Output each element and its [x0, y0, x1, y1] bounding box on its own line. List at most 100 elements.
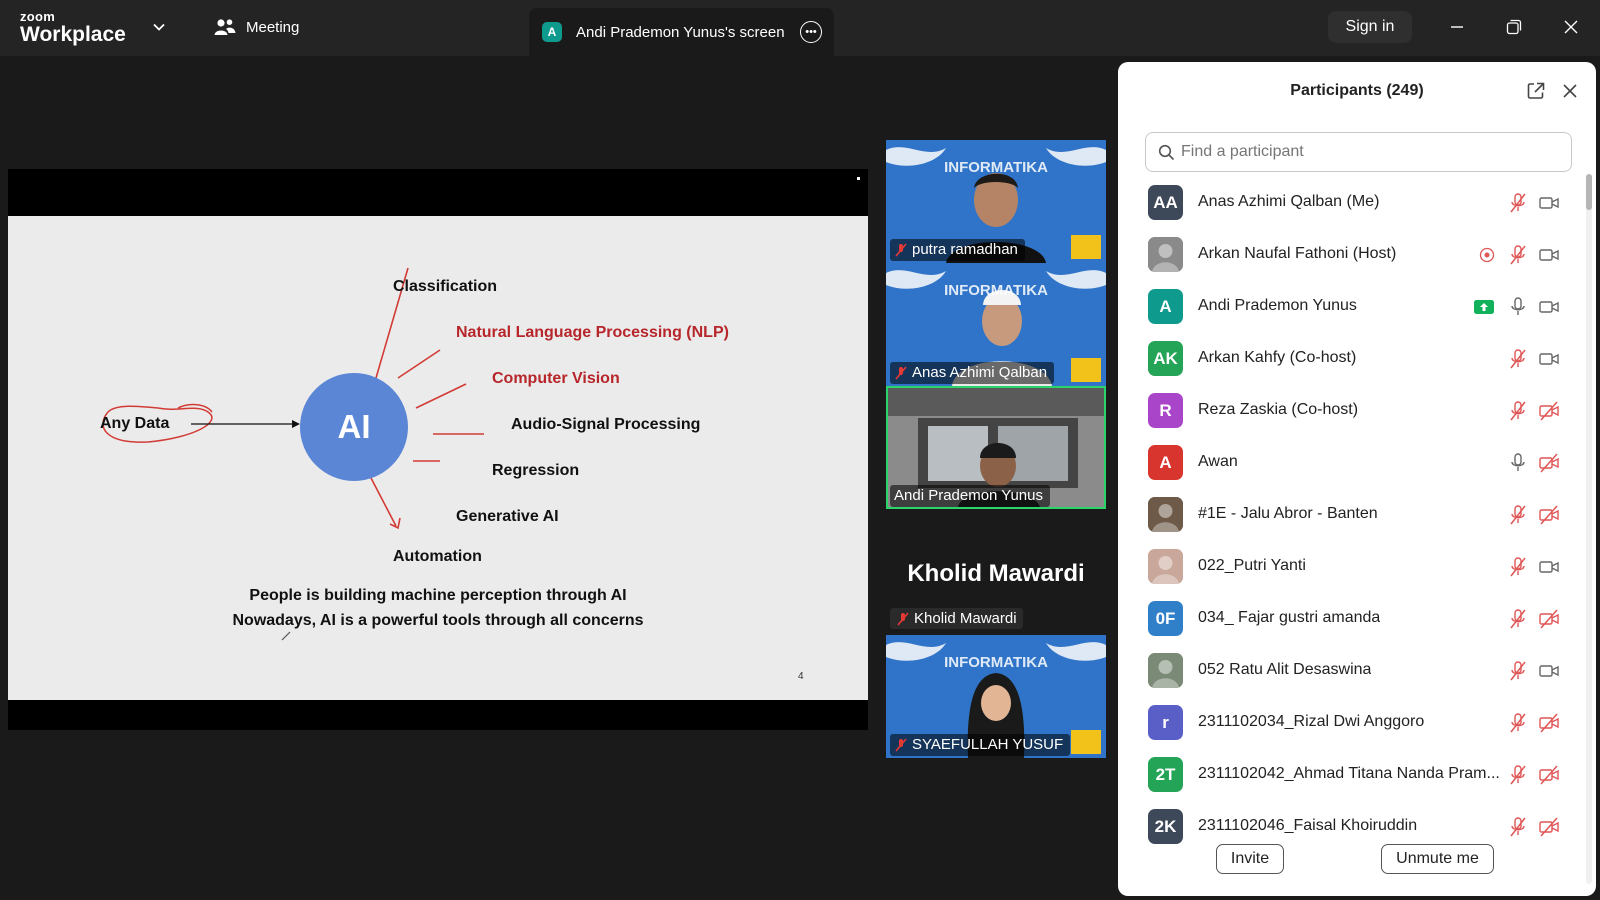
participants-panel: Participants (249) AAAnas Azhimi Qalban … [1118, 62, 1596, 896]
video-icon[interactable] [1538, 244, 1560, 266]
minimize-icon[interactable] [1444, 14, 1470, 40]
mic-muted-icon[interactable] [1507, 608, 1529, 630]
tile-name: Andi Prademon Yunus [894, 487, 1043, 504]
video-off-icon[interactable] [1538, 608, 1560, 630]
tile-name: putra ramadhan [912, 241, 1018, 258]
participant-name: Andi Prademon Yunus [1198, 297, 1357, 314]
participant-name: #1E - Jalu Abror - Banten [1198, 505, 1378, 522]
participant-row[interactable]: 2T 2311102042_Ahmad Titana Nanda Pram... [1118, 749, 1588, 801]
video-tile-active[interactable]: Andi Prademon Yunus [886, 386, 1106, 509]
participant-row[interactable]: 2K 2311102046_Faisal Khoiruddin [1118, 801, 1588, 853]
top-bar: zoom Workplace Meeting A Andi Prademon Y… [0, 0, 1600, 56]
mic-muted-icon[interactable] [1507, 556, 1529, 578]
participant-row[interactable]: AK Arkan Kahfy (Co-host) [1118, 333, 1588, 385]
participant-row[interactable]: 022_Putri Yanti [1118, 541, 1588, 593]
mic-icon[interactable] [1507, 452, 1529, 474]
video-off-icon[interactable] [1538, 504, 1560, 526]
participant-name: 034_ Fajar gustri amanda [1198, 609, 1381, 626]
participant-name: Arkan Kahfy (Co-host) [1198, 349, 1357, 366]
participant-row[interactable]: 0F 034_ Fajar gustri amanda [1118, 593, 1588, 645]
mic-muted-icon [895, 365, 907, 380]
meeting-button[interactable]: Meeting [214, 18, 299, 36]
participant-name: Arkan Naufal Fathoni (Host) [1198, 245, 1397, 262]
video-icon[interactable] [1538, 556, 1560, 578]
participant-row[interactable]: R Reza Zaskia (Co-host) [1118, 385, 1588, 437]
participant-name: 052 Ratu Alit Desaswina [1198, 661, 1372, 678]
mic-muted-icon[interactable] [1507, 816, 1529, 838]
mic-muted-icon[interactable] [1507, 400, 1529, 422]
item-classification: Classification [393, 278, 498, 295]
close-window-icon[interactable] [1558, 14, 1584, 40]
sign-in-button[interactable]: Sign in [1328, 11, 1412, 43]
logo-brand-big: Workplace [20, 23, 126, 46]
participant-name: Reza Zaskia (Co-host) [1198, 401, 1359, 418]
slide-caption-1: People is building machine perception th… [249, 587, 627, 604]
screen-share-icon [1473, 296, 1495, 318]
participant-list: AA Anas Azhimi Qalban (Me) Arkan Naufal Fa… [1118, 177, 1588, 883]
video-off-icon[interactable] [1538, 764, 1560, 786]
search-icon [1158, 144, 1175, 160]
participant-row[interactable]: Arkan Naufal Fathoni (Host) [1118, 229, 1588, 281]
video-off-icon[interactable] [1538, 712, 1560, 734]
close-icon[interactable] [1560, 81, 1580, 101]
unmute-me-button[interactable]: Unmute me [1381, 844, 1494, 874]
mic-muted-icon[interactable] [1507, 660, 1529, 682]
scrollbar[interactable] [1586, 174, 1592, 884]
item-generative-ai: Generative AI [456, 508, 559, 525]
banner-text: INFORMATIKA [944, 159, 1048, 176]
video-icon[interactable] [1538, 296, 1560, 318]
item-computer-vision: Computer Vision [492, 370, 620, 387]
video-icon[interactable] [1538, 348, 1560, 370]
tab-shared-screen[interactable]: A Andi Prademon Yunus's screen ••• [529, 8, 834, 56]
ai-circle: AI [300, 373, 408, 481]
participant-row[interactable]: AA Anas Azhimi Qalban (Me) [1118, 177, 1588, 229]
participant-search[interactable] [1145, 132, 1572, 172]
slide-page-number: 4 [798, 671, 804, 682]
mic-muted-icon[interactable] [1507, 712, 1529, 734]
video-tile[interactable]: INFORMATIKA Anas Azhimi Qalban [886, 263, 1106, 386]
video-tile[interactable]: INFORMATIKA SYAEFULLAH YUSUF [886, 635, 1106, 758]
more-options-icon[interactable]: ••• [800, 21, 822, 43]
tile-name-bar: Anas Azhimi Qalban [890, 362, 1055, 384]
chevron-down-icon[interactable] [152, 20, 166, 34]
presentation-slide: Any Data AI Classification Natural Langu… [8, 216, 868, 700]
participant-row[interactable]: 052 Ratu Alit Desaswina [1118, 645, 1588, 697]
avatar: R [1148, 393, 1183, 428]
video-off-icon[interactable] [1538, 400, 1560, 422]
avatar: 2T [1148, 757, 1183, 792]
video-icon[interactable] [1538, 192, 1560, 214]
participant-name: 2311102046_Faisal Khoiruddin [1198, 817, 1418, 834]
participant-name: Anas Azhimi Qalban (Me) [1198, 193, 1380, 210]
mic-muted-icon [895, 737, 907, 752]
zoom-logo: zoom Workplace [20, 10, 126, 45]
avatar: AK [1148, 341, 1183, 376]
shared-screen: Any Data AI Classification Natural Langu… [8, 169, 868, 730]
mic-icon[interactable] [1507, 296, 1529, 318]
mic-muted-icon[interactable] [1507, 348, 1529, 370]
participant-name: Awan [1198, 453, 1238, 470]
mic-muted-icon[interactable] [1507, 192, 1529, 214]
participant-row[interactable]: A Awan [1118, 437, 1588, 489]
invite-button[interactable]: Invite [1216, 844, 1284, 874]
avatar [1148, 549, 1183, 584]
mic-muted-icon[interactable] [1507, 504, 1529, 526]
avatar: A [1148, 289, 1183, 324]
video-tile[interactable]: INFORMATIKA putra ramadhan [886, 140, 1106, 263]
tile-name: Anas Azhimi Qalban [912, 364, 1048, 381]
participant-row[interactable]: r 2311102034_Rizal Dwi Anggoro [1118, 697, 1588, 749]
participant-row[interactable]: A Andi Prademon Yunus [1118, 281, 1588, 333]
mic-muted-icon[interactable] [1507, 764, 1529, 786]
avatar: AA [1148, 185, 1183, 220]
video-off-icon[interactable] [1538, 452, 1560, 474]
screen-tab-avatar: A [542, 22, 562, 42]
search-input[interactable] [1181, 143, 1561, 161]
restore-icon[interactable] [1501, 14, 1527, 40]
video-icon[interactable] [1538, 660, 1560, 682]
scrollbar-thumb[interactable] [1586, 174, 1592, 210]
tile-name-bar: SYAEFULLAH YUSUF [890, 734, 1071, 756]
avatar: r [1148, 705, 1183, 740]
video-off-icon[interactable] [1538, 816, 1560, 838]
participant-row[interactable]: #1E - Jalu Abror - Banten [1118, 489, 1588, 541]
mic-muted-icon[interactable] [1507, 244, 1529, 266]
pop-out-icon[interactable] [1526, 81, 1546, 101]
